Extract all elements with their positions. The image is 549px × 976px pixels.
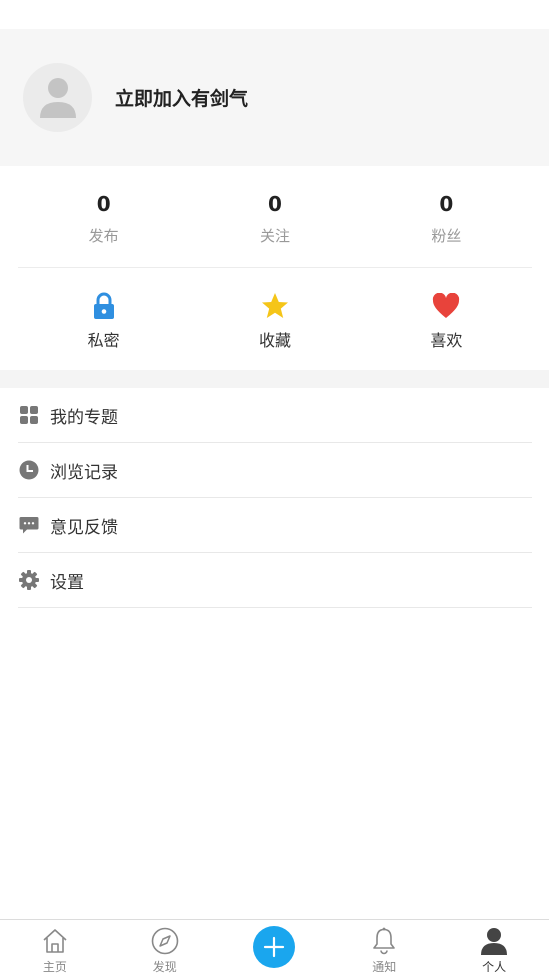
grid-icon xyxy=(18,404,40,426)
stats-row: 0 发布 0 关注 0 粉丝 xyxy=(18,166,532,268)
home-icon xyxy=(41,927,69,955)
stat-posts[interactable]: 0 发布 xyxy=(18,166,189,267)
tab-bar: 主页 发现 通知 个人 xyxy=(0,919,549,976)
clock-icon xyxy=(18,459,40,481)
tab-home[interactable]: 主页 xyxy=(0,920,110,976)
menu-item-settings[interactable]: 设置 xyxy=(18,553,532,608)
quick-actions: 私密 收藏 喜欢 xyxy=(18,269,532,370)
menu-item-label: 意见反馈 xyxy=(50,517,118,538)
stat-fans-value: 0 xyxy=(439,192,454,216)
compass-icon xyxy=(151,927,179,955)
profile-name[interactable]: 立即加入有剑气 xyxy=(115,84,248,111)
menu-item-feedback[interactable]: 意见反馈 xyxy=(18,498,532,553)
quick-likes[interactable]: 喜欢 xyxy=(361,269,532,370)
tab-profile-label: 个人 xyxy=(482,960,507,974)
menu-item-label: 浏览记录 xyxy=(50,462,118,483)
user-placeholder-icon xyxy=(39,77,76,118)
quick-private[interactable]: 私密 xyxy=(18,269,189,370)
add-post-button[interactable] xyxy=(253,926,296,968)
tab-notifications-label: 通知 xyxy=(372,960,397,974)
tab-add[interactable] xyxy=(220,920,330,976)
section-divider xyxy=(0,370,549,388)
quick-favorites-label: 收藏 xyxy=(258,331,291,350)
chat-icon xyxy=(18,514,40,536)
stat-fans-label: 粉丝 xyxy=(431,227,462,245)
lock-icon xyxy=(90,292,118,320)
quick-favorites[interactable]: 收藏 xyxy=(189,269,360,370)
quick-likes-label: 喜欢 xyxy=(430,331,463,350)
plus-icon xyxy=(264,936,285,958)
heart-icon xyxy=(432,292,460,320)
status-bar xyxy=(0,0,549,29)
tab-notifications[interactable]: 通知 xyxy=(329,920,439,976)
stat-following-label: 关注 xyxy=(259,227,290,245)
stat-posts-label: 发布 xyxy=(88,227,119,245)
menu-list: 我的专题 浏览记录 意见反馈 设置 xyxy=(18,388,532,608)
stat-posts-value: 0 xyxy=(96,192,111,216)
tab-discover-label: 发现 xyxy=(152,960,177,974)
quick-private-label: 私密 xyxy=(87,331,120,350)
menu-item-label: 我的专题 xyxy=(50,407,118,428)
stat-following[interactable]: 0 关注 xyxy=(189,166,360,267)
person-icon xyxy=(480,927,508,955)
menu-item-history[interactable]: 浏览记录 xyxy=(18,443,532,498)
tab-home-label: 主页 xyxy=(42,960,67,974)
tab-profile[interactable]: 个人 xyxy=(439,920,549,976)
menu-item-my-topics[interactable]: 我的专题 xyxy=(18,388,532,443)
stat-following-value: 0 xyxy=(268,192,282,216)
menu-item-label: 设置 xyxy=(50,572,84,593)
stat-fans[interactable]: 0 粉丝 xyxy=(361,166,532,267)
star-icon xyxy=(261,292,289,320)
profile-header[interactable]: 立即加入有剑气 xyxy=(0,29,549,166)
tab-discover[interactable]: 发现 xyxy=(110,920,220,976)
avatar[interactable] xyxy=(23,63,92,132)
gear-icon xyxy=(18,569,40,591)
bell-icon xyxy=(370,927,398,955)
